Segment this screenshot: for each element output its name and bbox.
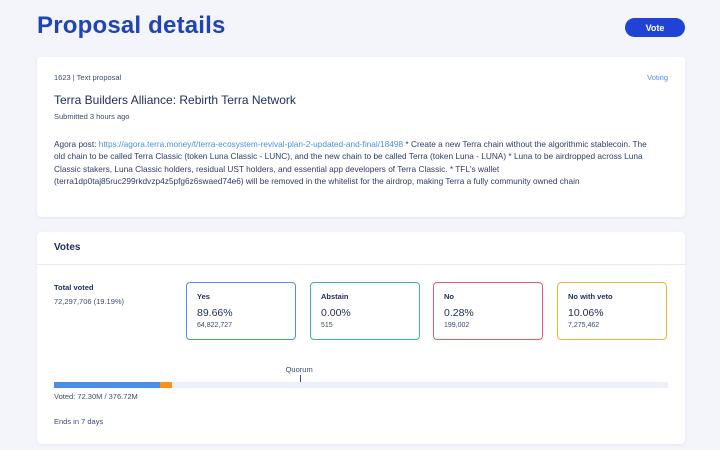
desc-prefix: Agora post: [54, 139, 99, 149]
option-count: 199,002 [444, 322, 470, 329]
votes-card: Votes Total voted 72,297,706 (19.19%) Ye… [37, 232, 685, 444]
vote-option-yes: Yes 89.66% 64,822,727 [186, 282, 296, 340]
page-title: Proposal details [37, 12, 226, 39]
vote-option-no-with-veto: No with veto 10.06% 7,275,462 [557, 282, 667, 340]
votes-header: Votes [54, 242, 81, 253]
option-percent: 0.00% [321, 307, 351, 319]
option-name: No with veto [568, 292, 613, 301]
proposal-description: Agora post: https://agora.terra.money/t/… [54, 138, 654, 187]
bar-segment-yes [54, 382, 160, 388]
proposal-title: Terra Builders Alliance: Rebirth Terra N… [54, 93, 296, 107]
option-percent: 89.66% [197, 307, 233, 319]
option-name: No [444, 292, 454, 301]
submitted-time: Submitted 3 hours ago [54, 112, 130, 121]
proposal-meta: 1623 | Text proposal [54, 73, 122, 82]
quorum-label: Quorum [285, 365, 313, 374]
option-name: Yes [197, 292, 210, 301]
proposal-card: 1623 | Text proposal Voting Terra Builde… [37, 57, 685, 217]
vote-option-abstain: Abstain 0.00% 515 [310, 282, 420, 340]
ends-in: Ends in 7 days [54, 417, 104, 426]
total-voted-value: 72,297,706 (19.19%) [54, 297, 125, 306]
option-count: 64,822,727 [197, 322, 233, 329]
vote-option-no: No 0.28% 199,002 [433, 282, 543, 340]
divider [37, 264, 685, 265]
vote-button[interactable]: Vote [625, 18, 685, 37]
status-badge: Voting [647, 73, 668, 82]
option-name: Abstain [321, 292, 349, 301]
quorum-marker [299, 375, 301, 382]
option-percent: 0.28% [444, 307, 474, 319]
total-voted-label: Total voted [54, 283, 94, 292]
option-percent: 10.06% [568, 307, 604, 319]
agora-post-link[interactable]: https://agora.terra.money/t/terra-ecosys… [99, 139, 403, 149]
bar-segment-no-with-veto [159, 382, 172, 388]
vote-progress-bar [54, 382, 668, 388]
option-count: 515 [321, 322, 333, 329]
voted-amount: Voted: 72.30M / 376.72M [54, 392, 138, 401]
option-count: 7,275,462 [568, 322, 600, 329]
